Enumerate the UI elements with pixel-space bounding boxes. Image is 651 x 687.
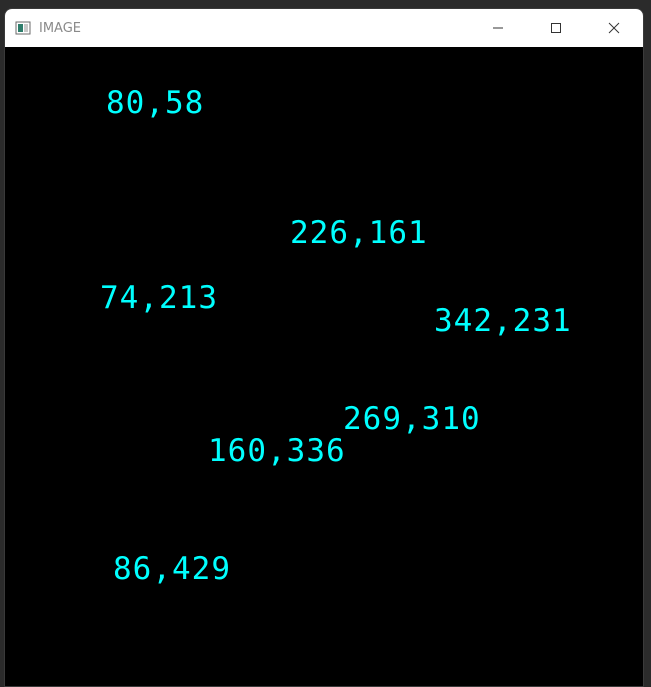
title-bar[interactable]: IMAGE	[5, 9, 643, 47]
close-button[interactable]	[585, 9, 643, 47]
window-title: IMAGE	[39, 20, 82, 36]
image-window: IMAGE 80,58 226,161 74,213 342,231 269,3…	[4, 8, 644, 687]
minimize-button[interactable]	[469, 9, 527, 47]
coordinate-label: 160,336	[208, 433, 346, 469]
minimize-icon	[493, 27, 503, 29]
image-window-icon	[15, 20, 31, 36]
window-controls	[469, 9, 643, 47]
coordinate-label: 226,161	[290, 215, 428, 251]
coordinate-label: 86,429	[113, 551, 231, 587]
maximize-icon	[551, 23, 561, 33]
maximize-button[interactable]	[527, 9, 585, 47]
coordinate-label: 74,213	[100, 280, 218, 316]
coordinate-label: 342,231	[434, 303, 572, 339]
coordinate-label: 80,58	[106, 85, 205, 121]
coordinate-label: 269,310	[343, 401, 481, 437]
close-icon	[608, 22, 620, 34]
image-canvas: 80,58 226,161 74,213 342,231 269,310 160…	[5, 47, 643, 686]
